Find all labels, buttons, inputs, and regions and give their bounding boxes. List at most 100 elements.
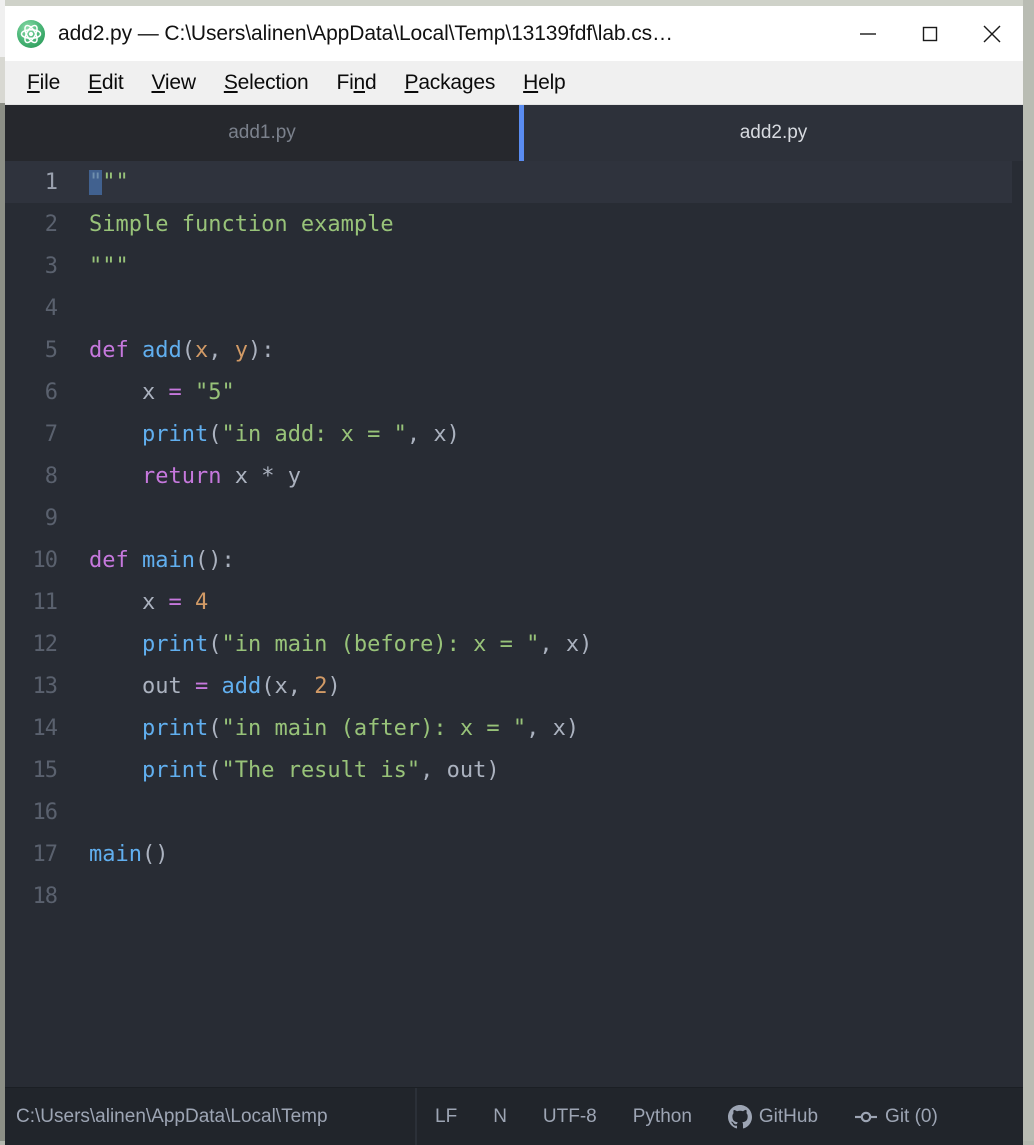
code-line-text: print("in add: x = ", x) (67, 422, 1023, 447)
menu-item-find[interactable]: Find (322, 69, 390, 97)
code-line-text: print("in main (before): x = ", x) (67, 632, 1023, 657)
status-line-ending[interactable]: LF (417, 1106, 475, 1128)
code-token: ) (327, 673, 341, 699)
status-file-path[interactable]: C:\Users\alinen\AppData\Local\Temp (5, 1106, 415, 1128)
code-token: out (89, 673, 195, 699)
code-line-text: return x * y (67, 464, 1023, 489)
code-line[interactable]: 18 (5, 875, 1023, 917)
code-line[interactable]: 16 (5, 791, 1023, 833)
code-line-text: print("The result is", out) (67, 758, 1023, 783)
line-number: 1 (44, 169, 58, 195)
line-number: 11 (32, 589, 59, 615)
status-grammar[interactable]: Python (615, 1106, 710, 1128)
line-number: 3 (44, 253, 58, 279)
menu-item-file[interactable]: File (13, 69, 74, 97)
code-line[interactable]: 9 (5, 497, 1023, 539)
menu-item-help[interactable]: Help (509, 69, 579, 97)
code-line[interactable]: 15 print("The result is", out) (5, 749, 1023, 791)
code-token: , (208, 337, 235, 363)
code-line-text: print("in main (after): x = ", x) (67, 716, 1023, 741)
tab-add1-py[interactable]: add1.py (5, 105, 519, 161)
maximize-button[interactable] (899, 6, 961, 61)
code-line[interactable]: 1 """ (5, 161, 1012, 203)
code-line[interactable]: 7 print("in add: x = ", x) (5, 413, 1023, 455)
menu-item-packages[interactable]: Packages (391, 69, 510, 97)
code-line[interactable]: 8 return x * y (5, 455, 1023, 497)
code-line[interactable]: 11 x = 4 (5, 581, 1023, 623)
status-git-label: Git (0) (885, 1105, 938, 1127)
code-token: (x, (261, 673, 315, 699)
code-line-text: def add(x, y): (67, 338, 1023, 363)
status-git[interactable]: Git (0) (836, 1106, 956, 1128)
code-token: () (141, 841, 169, 867)
status-grammar-label: Python (632, 1105, 692, 1127)
code-line[interactable]: 4 (5, 287, 1023, 329)
line-number: 5 (44, 337, 58, 363)
code-token: def (89, 337, 142, 363)
code-line[interactable]: 13 out = add(x, 2) (5, 665, 1023, 707)
code-line[interactable]: 5 def add(x, y): (5, 329, 1023, 371)
menu-item-selection[interactable]: Selection (210, 69, 323, 97)
status-github[interactable]: GitHub (710, 1104, 836, 1129)
code-line[interactable]: 6 x = "5" (5, 371, 1023, 413)
code-editor[interactable]: 1 """ 2 Simple function example 3 """ 4 5 def ad… (5, 161, 1023, 1131)
code-token: 4 (194, 589, 209, 615)
line-number: 9 (44, 505, 58, 531)
code-token: add (221, 673, 262, 699)
code-line-text: """ (67, 169, 1012, 195)
code-line[interactable]: 12 print("in main (before): x = ", x) (5, 623, 1023, 665)
code-token: "The result is" (221, 757, 421, 783)
status-encoding-label: UTF-8 (542, 1105, 597, 1127)
close-button[interactable] (961, 6, 1023, 61)
tab-label: add2.py (739, 122, 808, 143)
code-line[interactable]: 10 def main(): (5, 539, 1023, 581)
code-line[interactable]: 3 """ (5, 245, 1023, 287)
code-token: , x) (526, 715, 580, 741)
code-token: "in add: x = " (221, 421, 407, 447)
code-line-text: """ (67, 254, 1023, 279)
code-token: "in main (before): x = " (221, 631, 540, 657)
github-octocat-icon (727, 1104, 752, 1129)
status-indent[interactable]: N (475, 1106, 525, 1128)
code-line-text: x = 4 (67, 590, 1023, 615)
menu-item-edit[interactable]: Edit (74, 69, 137, 97)
code-token: print (141, 421, 209, 447)
code-token: ( (208, 631, 222, 657)
code-token: ): (247, 337, 275, 363)
status-indent-label: N (493, 1105, 507, 1127)
close-icon (980, 22, 1004, 46)
maximize-icon (919, 23, 941, 45)
line-number: 18 (32, 883, 59, 909)
code-token: "in main (after): x = " (221, 715, 527, 741)
code-token: * (261, 463, 275, 489)
title-bar: add2.py — C:\Users\alinen\AppData\Local\… (5, 6, 1023, 61)
code-line-text: out = add(x, 2) (67, 674, 1023, 699)
status-encoding[interactable]: UTF-8 (525, 1106, 615, 1128)
code-token: return (141, 463, 222, 489)
menu-bar: File Edit View Selection Find Packages Help (5, 61, 1023, 105)
menu-item-view[interactable]: View (137, 69, 209, 97)
code-token: "" (102, 169, 129, 195)
code-line[interactable]: 2 Simple function example (5, 203, 1023, 245)
code-token: = (194, 673, 209, 699)
code-line[interactable]: 17 main() (5, 833, 1023, 875)
code-token: x (89, 589, 169, 615)
code-token: ( (208, 715, 222, 741)
atom-logo-icon (16, 19, 46, 49)
code-token: Simple function example (89, 211, 394, 237)
background-window-right-strip (1023, 0, 1034, 1145)
code-line[interactable]: 14 print("in main (after): x = ", x) (5, 707, 1023, 749)
code-token: = (168, 379, 182, 405)
line-number: 12 (32, 631, 59, 657)
code-token: y (274, 463, 301, 489)
line-number: 8 (44, 463, 58, 489)
tab-add2-py[interactable]: add2.py (524, 105, 1023, 161)
code-token: print (141, 631, 209, 657)
minimize-button[interactable] (837, 6, 899, 61)
